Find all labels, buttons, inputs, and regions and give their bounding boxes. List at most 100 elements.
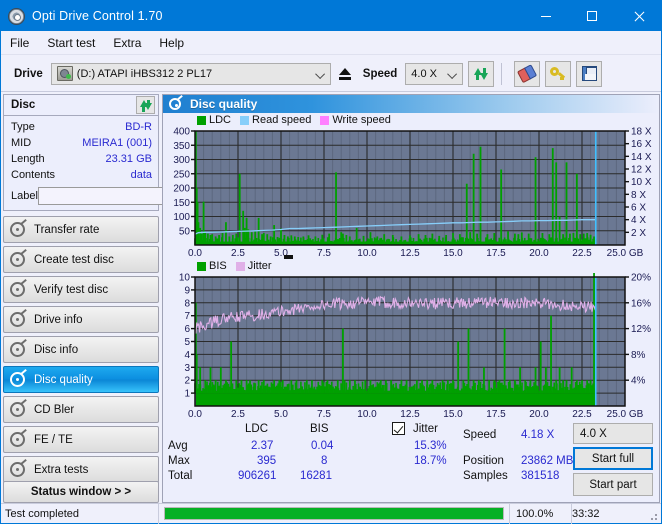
svg-text:2 X: 2 X xyxy=(631,228,646,239)
refresh-icon xyxy=(473,66,489,82)
svg-text:10 X: 10 X xyxy=(631,177,652,188)
eject-button[interactable] xyxy=(333,62,356,85)
disc-row-value: data xyxy=(130,169,152,181)
svg-text:17.5: 17.5 xyxy=(486,248,506,259)
jitter-label: Jitter xyxy=(413,423,438,435)
drive-icon xyxy=(56,66,73,81)
svg-text:25.0 GB: 25.0 GB xyxy=(607,409,644,420)
sidebar-item-drive-info[interactable]: Drive info xyxy=(3,306,159,333)
menu-bar: File Start test Extra Help xyxy=(1,31,661,55)
svg-text:4: 4 xyxy=(184,350,190,361)
jitter-checkbox[interactable] xyxy=(392,422,405,435)
drive-select-value: (D:) ATAPI iHBS312 2 PL17 xyxy=(76,67,213,80)
erase-button[interactable] xyxy=(514,60,541,87)
samples-value: 381518 xyxy=(521,470,560,482)
svg-text:10.0: 10.0 xyxy=(357,248,377,259)
menu-file[interactable]: File xyxy=(1,33,38,53)
app-disc-icon xyxy=(8,7,25,25)
key-button[interactable] xyxy=(545,60,572,87)
save-button[interactable] xyxy=(576,60,603,87)
svg-text:7.5: 7.5 xyxy=(317,248,331,259)
svg-text:9: 9 xyxy=(184,285,190,296)
disc-row-key: Length xyxy=(11,153,45,165)
disc-icon xyxy=(10,278,27,297)
svg-text:12.5: 12.5 xyxy=(400,409,420,420)
start-part-button[interactable]: Start part xyxy=(573,473,653,496)
sidebar-item-extra-tests[interactable]: Extra tests xyxy=(3,456,159,483)
svg-text:22.5: 22.5 xyxy=(572,409,592,420)
disc-refresh-button[interactable] xyxy=(136,96,155,114)
window-title: Opti Drive Control 1.70 xyxy=(32,9,163,23)
svg-text:1: 1 xyxy=(184,389,190,400)
disc-panel-title: Disc xyxy=(11,99,36,111)
sidebar-item-transfer-rate[interactable]: Transfer rate xyxy=(3,216,159,243)
stats-panel: LDC BIS Jitter Avg 2.37 0.04 15.3% Max 3… xyxy=(163,421,659,496)
refresh-button[interactable] xyxy=(468,60,495,87)
menu-start-test[interactable]: Start test xyxy=(38,33,104,53)
sidebar-item-label: Drive info xyxy=(34,313,83,326)
disc-icon xyxy=(10,368,27,387)
ldc-plot: 501001502002503003504002 X4 X6 X8 X10 X1… xyxy=(173,127,652,259)
maximize-button[interactable] xyxy=(569,1,615,31)
sidebar-item-label: Disc info xyxy=(34,343,79,356)
progress-container xyxy=(159,504,509,524)
sidebar-item-disc-info[interactable]: Disc info xyxy=(3,336,159,363)
progress-percent: 100.0% xyxy=(509,503,571,524)
sidebar-item-label: Disc quality xyxy=(34,373,93,386)
sidebar-item-create-test-disc[interactable]: Create test disc xyxy=(3,246,159,273)
legend-swatch-icon xyxy=(197,261,206,271)
stats-ldc-avg: 2.37 xyxy=(251,440,274,452)
svg-text:22.5: 22.5 xyxy=(572,248,592,259)
svg-text:15.0: 15.0 xyxy=(443,248,463,259)
svg-text:2: 2 xyxy=(184,376,190,387)
disc-icon xyxy=(10,308,27,327)
ldc-chart-legend: LDC Read speed Write speed xyxy=(163,113,659,127)
test-speed-value: 4.0 X xyxy=(580,427,607,440)
sidebar: Disc Type BD-R MID MEIRA1 (001) Length 2… xyxy=(3,94,241,503)
sidebar-item-cd-bler[interactable]: CD Bler xyxy=(3,396,159,423)
samples-label: Samples xyxy=(463,470,508,482)
menu-help[interactable]: Help xyxy=(150,33,193,53)
stats-row-max-label: Max xyxy=(168,455,190,467)
legend-label: Read speed xyxy=(252,114,312,126)
disc-row-value: MEIRA1 (001) xyxy=(82,137,152,149)
sidebar-item-label: Verify test disc xyxy=(34,283,109,296)
svg-text:300: 300 xyxy=(173,155,190,166)
page-title: Disc quality xyxy=(190,97,258,111)
svg-text:16%: 16% xyxy=(631,298,651,309)
sidebar-item-disc-quality[interactable]: Disc quality xyxy=(3,366,159,393)
minimize-button[interactable] xyxy=(523,1,569,31)
svg-text:250: 250 xyxy=(173,169,190,180)
sidebar-item-label: CD Bler xyxy=(34,403,75,416)
sidebar-item-verify-test-disc[interactable]: Verify test disc xyxy=(3,276,159,303)
stats-bis-avg: 0.04 xyxy=(311,440,334,452)
speed-readout-label: Speed xyxy=(463,429,497,441)
title-bar: Opti Drive Control 1.70 xyxy=(1,1,661,31)
legend-item-bis: BIS xyxy=(197,260,227,272)
menu-extra[interactable]: Extra xyxy=(104,33,150,53)
svg-text:12.5: 12.5 xyxy=(400,248,420,259)
svg-text:12 X: 12 X xyxy=(631,165,652,176)
drive-select[interactable]: (D:) ATAPI iHBS312 2 PL17 xyxy=(50,62,331,85)
test-speed-select[interactable]: 4.0 X xyxy=(573,423,653,444)
close-button[interactable] xyxy=(615,1,661,31)
start-full-button[interactable]: Start full xyxy=(573,447,653,470)
svg-text:20.0: 20.0 xyxy=(529,409,549,420)
speed-select[interactable]: 4.0 X xyxy=(405,62,464,85)
stats-header-bis: BIS xyxy=(310,423,329,435)
sidebar-item-label: FE / TE xyxy=(34,433,73,446)
sidebar-item-fe-te[interactable]: FE / TE xyxy=(3,426,159,453)
refresh-icon xyxy=(139,98,153,112)
resize-grip[interactable] xyxy=(647,504,661,524)
disc-row-key: Type xyxy=(11,121,35,133)
chevron-down-icon xyxy=(314,68,325,79)
svg-text:400: 400 xyxy=(173,127,190,138)
disc-icon xyxy=(10,218,27,237)
app-window: Opti Drive Control 1.70 File Start test … xyxy=(0,0,662,524)
svg-text:6 X: 6 X xyxy=(631,203,646,214)
status-window-button[interactable]: Status window > > xyxy=(3,481,159,503)
legend-label: LDC xyxy=(209,114,232,126)
disc-row-type: Type BD-R xyxy=(11,119,152,135)
legend-item-jitter: Jitter xyxy=(235,260,272,272)
save-icon xyxy=(581,66,597,81)
